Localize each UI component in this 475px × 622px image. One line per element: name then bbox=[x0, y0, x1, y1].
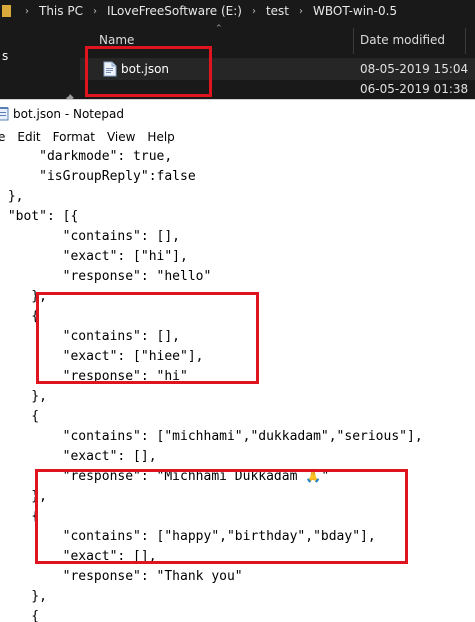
code-line: }, bbox=[0, 589, 47, 604]
menu-file[interactable]: e bbox=[0, 130, 5, 144]
code-line: { bbox=[0, 609, 40, 622]
file-date: 08-05-2019 15:04 bbox=[360, 62, 469, 76]
sort-up-icon: ⌃ bbox=[215, 24, 223, 34]
breadcrumb-test[interactable]: test bbox=[264, 4, 291, 18]
chevron-right-icon: › bbox=[92, 5, 97, 17]
highlight-box-block-birthday bbox=[35, 469, 408, 564]
folder-icon bbox=[2, 5, 11, 17]
code-line: }, bbox=[0, 389, 47, 404]
address-bar[interactable]: › This PC › ILoveFreeSoftware (E:) › tes… bbox=[0, 0, 475, 22]
code-line: "bot": [{ bbox=[0, 209, 79, 224]
nav-item-label[interactable]: s bbox=[2, 49, 8, 63]
code-line: "contains": [], bbox=[0, 229, 181, 244]
window-title: bot.json - Notepad bbox=[13, 106, 124, 121]
menu-edit[interactable]: Edit bbox=[17, 130, 40, 144]
menu-help[interactable]: Help bbox=[147, 130, 174, 144]
breadcrumb-wbot[interactable]: WBOT-win-0.5 bbox=[311, 4, 399, 18]
column-date-modified[interactable]: Date modified bbox=[360, 33, 445, 47]
column-name[interactable]: Name bbox=[99, 33, 134, 47]
menu-view[interactable]: View bbox=[107, 130, 135, 144]
code-line: "contains": ["michhami","dukkadam","seri… bbox=[0, 429, 423, 444]
breadcrumb-this-pc[interactable]: This PC bbox=[37, 4, 85, 18]
column-divider[interactable] bbox=[353, 28, 354, 54]
code-line: { bbox=[0, 409, 40, 424]
menu-bar: e Edit Format View Help bbox=[0, 127, 475, 147]
column-divider[interactable] bbox=[465, 28, 466, 54]
file-explorer-window: › This PC › ILoveFreeSoftware (E:) › tes… bbox=[0, 0, 475, 104]
code-line: "exact": ["hi"], bbox=[0, 249, 188, 264]
breadcrumb-drive[interactable]: ILoveFreeSoftware (E:) bbox=[105, 4, 244, 18]
notepad-title-bar: bot.json - Notepad bbox=[0, 99, 475, 127]
file-date: 06-05-2019 01:38 bbox=[360, 82, 469, 96]
highlight-box-file bbox=[85, 46, 212, 97]
chevron-right-icon: › bbox=[251, 5, 256, 17]
notepad-icon bbox=[0, 107, 9, 121]
code-line: { bbox=[0, 309, 40, 324]
code-line: "darkmode": true, bbox=[0, 149, 173, 164]
code-line: "response": "Thank you" bbox=[0, 569, 243, 584]
chevron-right-icon: › bbox=[25, 5, 29, 17]
code-line: { bbox=[0, 509, 40, 524]
code-line: "isGroupReply":false bbox=[0, 169, 196, 184]
code-line: }, bbox=[0, 189, 24, 204]
code-line: "exact": [], bbox=[0, 449, 157, 464]
navigation-pane: s bbox=[0, 22, 80, 104]
code-line: "response": "hello" bbox=[0, 269, 212, 284]
highlight-box-block-hiee bbox=[36, 292, 259, 384]
menu-format[interactable]: Format bbox=[53, 130, 95, 144]
chevron-right-icon: › bbox=[299, 5, 304, 17]
